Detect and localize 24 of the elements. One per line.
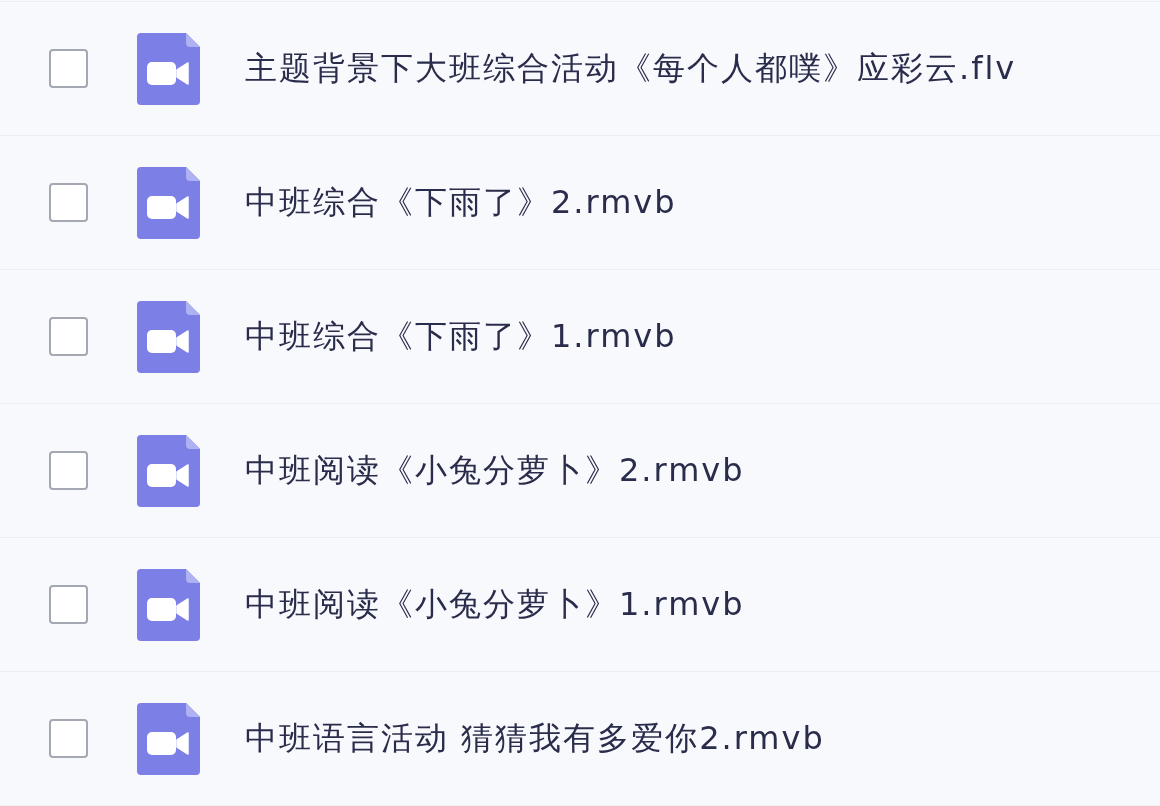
file-name: 中班语言活动 猜猜我有多爱你2.rmvb (245, 719, 825, 758)
video-file-icon (137, 434, 200, 507)
file-name: 中班综合《下雨了》2.rmvb (245, 183, 677, 222)
checkbox[interactable] (49, 719, 88, 758)
video-file-icon (137, 702, 200, 775)
file-row[interactable]: 中班综合《下雨了》2.rmvb (0, 136, 1160, 270)
file-name: 中班综合《下雨了》1.rmvb (245, 317, 677, 356)
checkbox[interactable] (49, 183, 88, 222)
checkbox[interactable] (49, 49, 88, 88)
file-row[interactable]: 主题背景下大班综合活动《每个人都噗》应彩云.flv (0, 2, 1160, 136)
file-row[interactable]: 中班语言活动 猜猜我有多爱你2.rmvb (0, 672, 1160, 806)
video-file-icon (137, 166, 200, 239)
file-name: 中班阅读《小兔分萝卜》1.rmvb (245, 585, 745, 624)
file-row[interactable]: 中班综合《下雨了》1.rmvb (0, 270, 1160, 404)
video-file-icon (137, 32, 200, 105)
checkbox[interactable] (49, 585, 88, 624)
video-file-icon (137, 568, 200, 641)
file-name: 主题背景下大班综合活动《每个人都噗》应彩云.flv (245, 49, 1017, 88)
file-row[interactable]: 中班阅读《小兔分萝卜》2.rmvb (0, 404, 1160, 538)
video-file-icon (137, 300, 200, 373)
file-name: 中班阅读《小兔分萝卜》2.rmvb (245, 451, 745, 490)
file-row[interactable]: 中班阅读《小兔分萝卜》1.rmvb (0, 538, 1160, 672)
checkbox[interactable] (49, 451, 88, 490)
checkbox[interactable] (49, 317, 88, 356)
